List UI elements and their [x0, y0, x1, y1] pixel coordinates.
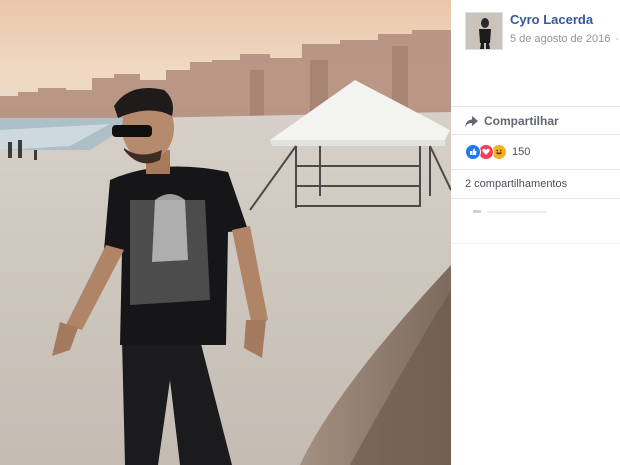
divider — [451, 169, 620, 170]
divider — [451, 198, 620, 199]
divider — [451, 134, 620, 135]
post-details-panel: Cyro Lacerda 5 de agosto de 2016 · Compa… — [451, 0, 620, 465]
shares-count[interactable]: 2 compartilhamentos — [465, 178, 567, 190]
divider — [451, 243, 620, 244]
author-avatar[interactable] — [465, 12, 503, 50]
divider — [451, 106, 620, 107]
author-name[interactable]: Cyro Lacerda — [510, 12, 593, 27]
reaction-count: 150 — [512, 146, 531, 158]
avatar-person-icon — [466, 13, 502, 49]
post-timestamp[interactable]: 5 de agosto de 2016 · — [510, 33, 619, 45]
comment-placeholder — [473, 210, 547, 213]
post-date[interactable]: 5 de agosto de 2016 — [510, 33, 610, 45]
share-arrow-icon — [465, 115, 478, 127]
audience-separator: · — [615, 33, 620, 45]
share-label: Compartilhar — [484, 114, 559, 128]
post-header: Cyro Lacerda 5 de agosto de 2016 · — [465, 12, 620, 52]
reactions-summary[interactable]: 150 — [465, 143, 530, 161]
beach-photo — [0, 0, 451, 465]
post-photo[interactable] — [0, 0, 451, 465]
like-icon — [465, 144, 481, 160]
share-button[interactable]: Compartilhar — [465, 112, 559, 130]
